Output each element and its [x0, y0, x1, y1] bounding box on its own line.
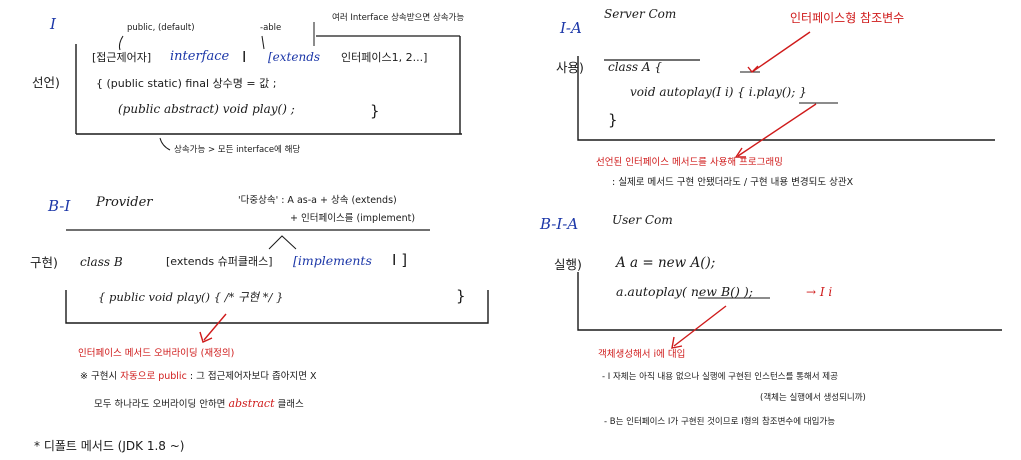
extends-superclass: [extends 슈퍼클래스] [166, 255, 273, 268]
execute-heading: 실행) [554, 257, 582, 272]
autoplay-call-prefix: a.autoplay( [616, 284, 687, 299]
keyword-interface: interface [170, 49, 230, 64]
autoplay-call-new-b: new B() [690, 284, 740, 299]
note-b-assignable-to-i: - B는 인터페이스 I가 구현된 것이므로 I형의 참조변수에 대입가능 [604, 417, 836, 427]
abstract-method-declaration: (public abstract) void play() ; [118, 102, 295, 116]
closing-brace-b: } [456, 287, 466, 305]
default-method-heading: * 디폴트 메서드 (JDK 1.8 ~) [34, 439, 185, 453]
bullet-auto-public-rest: : 그 접근제어자보다 좁아지면 X [189, 371, 317, 382]
implement-heading: 구현) [30, 255, 58, 270]
role-provider: Provider [96, 195, 153, 210]
role-user-com: User Com [612, 213, 673, 227]
red-note-program-with-interface: 선언된 인터페이스 메서드를 사용해 프로그래밍 [596, 157, 783, 168]
section-bia-tag: B-I-A [540, 215, 579, 233]
note-object-created-at-runtime: (객체는 실행에서 생성되니까) [760, 393, 866, 403]
bullet-abstract-class: 모두 하나라도 오버라이딩 안하면 abstract 클래스 [94, 397, 304, 410]
bullet-auto-public-prefix: ※ 구현시 [80, 371, 118, 382]
note-multiple-inheritance: '다중상속' : A as-a + 상속 (extends) [238, 195, 397, 206]
section-i-tag: I [50, 15, 56, 33]
new-a-statement: A a = new A(); [616, 255, 716, 271]
note-able: -able [260, 23, 282, 33]
bullet-abstract-rest: 클래스 [277, 399, 304, 410]
note-implementation-independent: : 실제로 메서드 구현 안됐더라도 / 구현 내용 변경되도 상관X [612, 177, 854, 188]
closing-brace-i: } [370, 102, 380, 120]
declare-heading: 선언) [32, 75, 60, 90]
bullet-auto-public-red: 자동으로 public [120, 371, 187, 382]
role-server-com: Server Com [604, 7, 677, 21]
keyword-implements: [implements [293, 253, 372, 268]
red-note-create-object: 객체생성해서 i에 대입 [598, 349, 686, 360]
note-inheritance-all: 상속가능 > 모든 interface에 해당 [174, 145, 301, 155]
interface-name-i: I [242, 48, 247, 66]
keyword-extends: [extends [268, 50, 321, 64]
access-modifier-bracket: [접근제어자] [92, 51, 152, 64]
bullet-abstract-prefix: 모두 하나라도 오버라이딩 안하면 [94, 399, 226, 410]
note-instance-provides: - I 자체는 아직 내용 없으나 실행에 구현된 인스턴스를 통해서 제공 [602, 372, 838, 382]
class-b-declaration: class B [80, 255, 123, 269]
note-public-default: public, (default) [127, 23, 195, 33]
constant-declaration: { (public static) final 상수명 = 값 ; [96, 77, 277, 90]
class-a-close: } [608, 111, 618, 129]
red-note-interface-ref-var: 인터페이스형 참조변수 [790, 11, 905, 25]
bullet-auto-public: ※ 구현시 자동으로 public : 그 접근제어자보다 좁아지면 X [80, 371, 317, 382]
section-bi-tag: B-I [48, 197, 71, 215]
class-a-open: class A { [608, 60, 662, 74]
play-method-implementation: { public void play() { /* 구현 */ } [98, 290, 284, 304]
red-note-override-interface-method: 인터페이스 메서드 오버라이딩 (재정의) [78, 348, 235, 359]
autoplay-call: a.autoplay( new B() ); [616, 285, 753, 299]
note-multi-interface: 여러 Interface 상속받으면 상속가능 [332, 13, 465, 23]
section-ia-tag: I-A [560, 19, 582, 37]
note-implement: + 인터페이스를 (implement) [290, 213, 416, 224]
implements-i: I ] [392, 251, 408, 269]
handwritten-strokes [65, 22, 1002, 349]
autoplay-call-suffix: ); [743, 284, 753, 299]
arrow-to-i-i: → I i [806, 285, 833, 299]
use-heading: 사용) [556, 60, 584, 75]
extends-list: 인터페이스1, 2...] [341, 51, 428, 64]
bullet-abstract-red: abstract [228, 397, 275, 410]
autoplay-method: void autoplay(I i) { i.play(); } [630, 85, 807, 99]
